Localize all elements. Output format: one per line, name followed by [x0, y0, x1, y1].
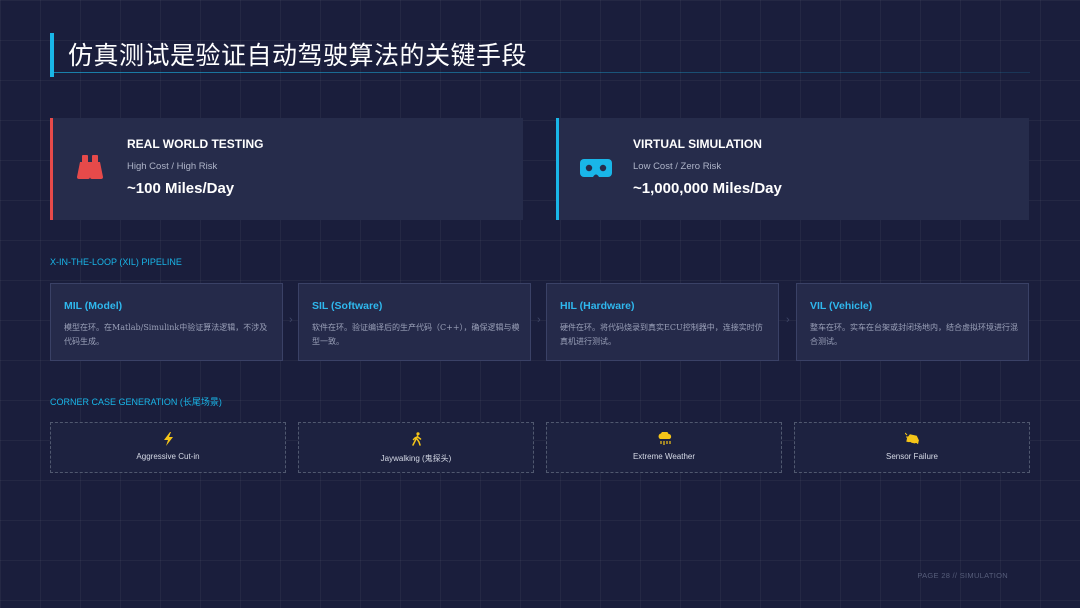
page-title: 仿真测试是验证自动驾驶算法的关键手段: [68, 41, 528, 70]
real-world-testing-card: REAL WORLD TESTING High Cost / High Risk…: [50, 118, 523, 220]
stage-title: HIL (Hardware): [560, 300, 635, 312]
vr-headset-icon: [580, 159, 612, 177]
pipeline-stage-vil: VIL (Vehicle) 整车在环。实车在台架或封闭场地内，结合虚拟环境进行混…: [796, 283, 1029, 361]
title-accent-bar: [50, 33, 54, 77]
corner-case-label-text: Aggressive Cut-in: [136, 452, 200, 461]
card-title: REAL WORLD TESTING: [127, 137, 264, 151]
corner-case-label-text: Sensor Failure: [885, 452, 939, 461]
corner-case-label-text: Jaywalking (鬼探头): [380, 454, 452, 463]
page-footer: PAGE 28 // SIMULATION: [917, 571, 1008, 580]
storm-cloud-icon: [658, 432, 672, 445]
pipeline-stage-hil: HIL (Hardware) 硬件在环。将代码烧录到真实ECU控制器中，连接实时…: [546, 283, 779, 361]
chevron-right-icon: ›: [786, 314, 790, 326]
stage-description: 模型在环。在Matlab/Simulink中验证算法逻辑，不涉及代码生成。: [64, 323, 268, 346]
stage-description: 硬件在环。将代码烧录到真实ECU控制器中，连接实时仿真机进行测试。: [560, 323, 763, 346]
card-title: VIRTUAL SIMULATION: [633, 137, 762, 151]
corner-case-jaywalking: Jaywalking (鬼探头): [298, 422, 534, 473]
corner-case-label: CORNER CASE GENERATION (长尾场景): [50, 397, 222, 407]
corner-case-extreme-weather: Extreme Weather: [546, 422, 782, 473]
stage-title: MIL (Model): [64, 300, 123, 312]
pipeline-stage-sil: SIL (Software) 软件在环。验证编译后的生产代码（C++），确保逻辑…: [298, 283, 531, 361]
corner-case-sensor-failure: Sensor Failure: [794, 422, 1030, 473]
chevron-right-icon: ›: [289, 314, 293, 326]
virtual-simulation-card: VIRTUAL SIMULATION Low Cost / Zero Risk …: [556, 118, 1029, 220]
stage-title: VIL (Vehicle): [810, 300, 873, 312]
card-value: ~1,000,000 Miles/Day: [633, 180, 782, 197]
stage-description: 软件在环。验证编译后的生产代码（C++），确保逻辑与模型一致。: [312, 323, 520, 346]
card-value: ~100 Miles/Day: [127, 180, 235, 197]
car-crash-icon: [905, 432, 919, 446]
walking-person-icon: [412, 432, 422, 446]
corner-case-aggressive-cut-in: Aggressive Cut-in: [50, 422, 286, 473]
card-subtitle: Low Cost / Zero Risk: [633, 161, 722, 172]
corner-case-label-text: Extreme Weather: [632, 452, 696, 461]
stage-description: 整车在环。实车在台架或封闭场地内，结合虚拟环境进行混合测试。: [810, 323, 1018, 346]
chevron-right-icon: ›: [537, 314, 541, 326]
pipeline-stage-mil: MIL (Model) 模型在环。在Matlab/Simulink中验证算法逻辑…: [50, 283, 283, 361]
xil-pipeline-label: X-IN-THE-LOOP (XIL) PIPELINE: [50, 257, 182, 267]
card-subtitle: High Cost / High Risk: [127, 161, 218, 172]
title-divider: [50, 72, 1030, 73]
lightning-bolt-icon: [164, 432, 173, 446]
binoculars-icon: [77, 155, 103, 179]
stage-title: SIL (Software): [312, 300, 383, 312]
